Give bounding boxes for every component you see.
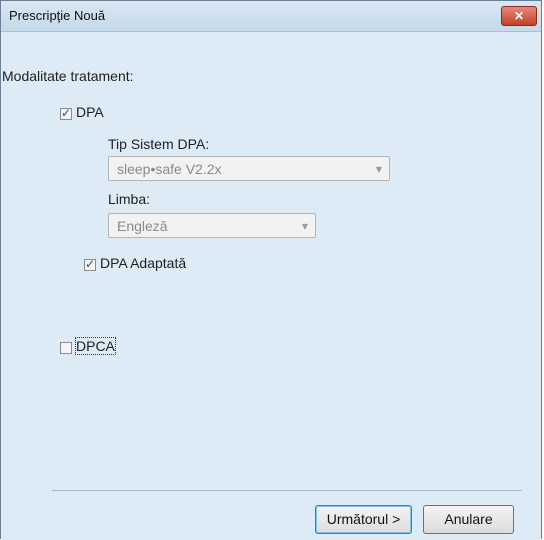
language-dropdown[interactable]: Engleză ▼ <box>108 213 316 238</box>
cancel-button-label: Anulare <box>444 511 493 527</box>
system-type-dropdown[interactable]: sleep•safe V2.2x ▼ <box>108 156 390 181</box>
system-type-label: Tip Sistem DPA: <box>108 136 210 152</box>
next-button-label: Următorul > <box>326 511 401 527</box>
title-bar: Prescripţie Nouă ✕ <box>1 1 541 32</box>
cancel-button[interactable]: Anulare <box>423 505 514 534</box>
language-label: Limba: <box>108 191 151 207</box>
dialog-body: Modalitate tratament: ✓ DPA Tip Sistem D… <box>2 32 540 540</box>
dpa-checkbox[interactable]: ✓ <box>60 106 72 120</box>
new-prescription-dialog: Prescripţie Nouă ✕ Modalitate tratament:… <box>0 0 542 540</box>
close-icon: ✕ <box>513 9 525 23</box>
dpa-adapted-checkbox[interactable]: ✓ <box>84 257 96 271</box>
language-value: Engleză <box>117 218 168 234</box>
dpa-adapted-label[interactable]: DPA Adaptată <box>100 255 186 271</box>
close-button[interactable]: ✕ <box>501 6 537 26</box>
window-title: Prescripţie Nouă <box>9 8 106 23</box>
dpa-label[interactable]: DPA <box>76 104 104 120</box>
treatment-modality-label: Modalitate tratament: <box>2 68 134 84</box>
system-type-value: sleep•safe V2.2x <box>117 161 222 177</box>
dpca-checkbox[interactable] <box>60 342 72 354</box>
checkmark-icon: ✓ <box>61 106 72 120</box>
checkmark-icon: ✓ <box>85 257 96 271</box>
chevron-down-icon: ▼ <box>301 222 308 231</box>
footer-divider <box>52 490 522 491</box>
next-button[interactable]: Următorul > <box>315 505 412 534</box>
dpca-label[interactable]: DPCA <box>75 337 116 355</box>
chevron-down-icon: ▼ <box>375 165 382 174</box>
